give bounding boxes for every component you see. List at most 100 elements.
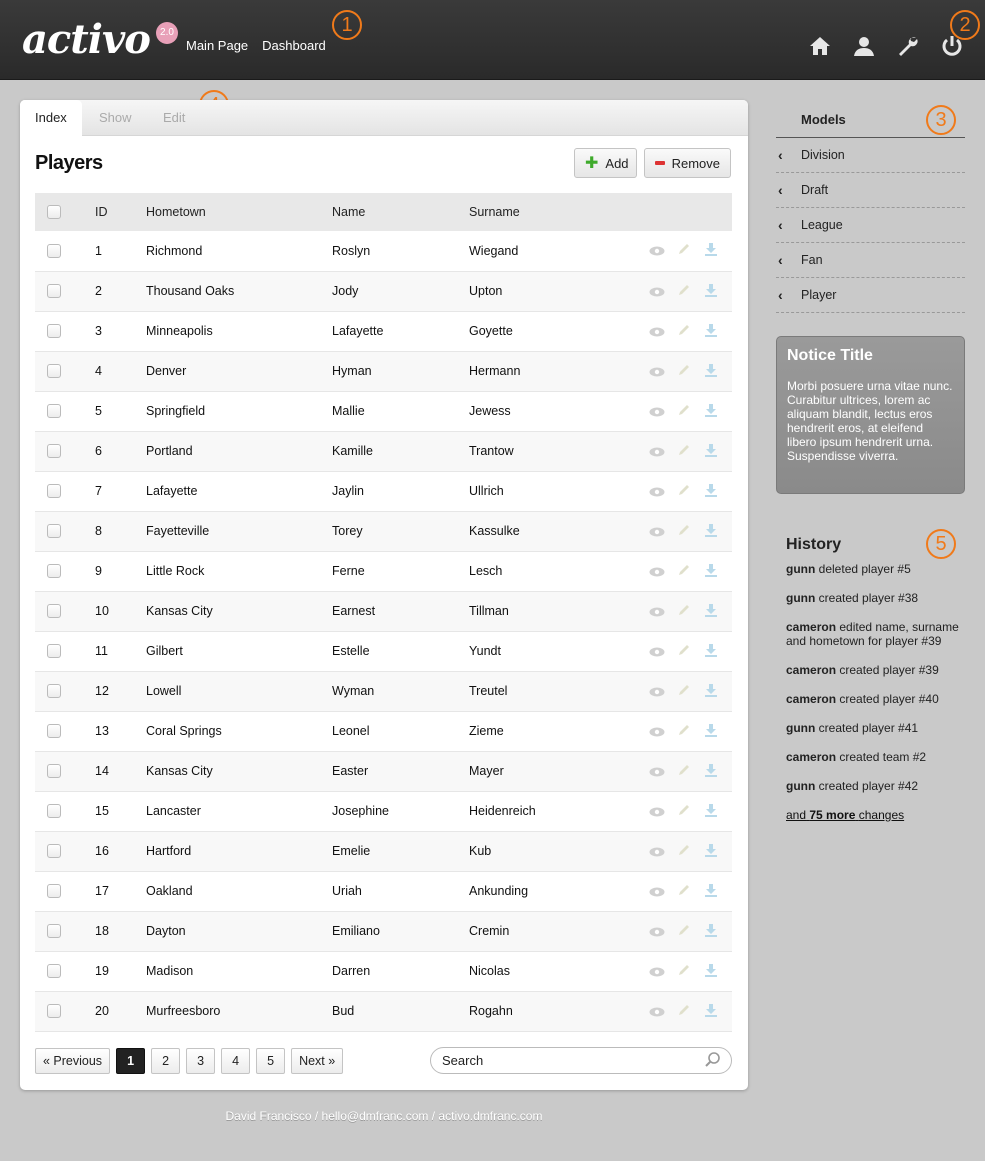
edit-icon[interactable] [675,363,693,380]
add-button[interactable]: ✚ Add [574,148,637,178]
edit-icon[interactable] [675,443,693,460]
view-icon[interactable] [648,484,666,500]
download-icon[interactable] [702,283,720,300]
view-icon[interactable] [648,444,666,460]
history-user[interactable]: cameron [786,750,836,764]
edit-icon[interactable] [675,603,693,620]
edit-icon[interactable] [675,923,693,940]
search-input[interactable]: Search [430,1047,732,1074]
row-checkbox[interactable] [47,764,61,779]
edit-icon[interactable] [675,1003,693,1020]
download-icon[interactable] [702,483,720,500]
download-icon[interactable] [702,923,720,940]
tab-index[interactable]: Index [20,100,82,137]
edit-icon[interactable] [675,803,693,820]
view-icon[interactable] [648,964,666,980]
row-checkbox[interactable] [47,644,61,659]
view-icon[interactable] [648,884,666,900]
view-icon[interactable] [648,364,666,380]
view-icon[interactable] [648,404,666,420]
edit-icon[interactable] [675,883,693,900]
row-checkbox[interactable] [47,724,61,739]
edit-icon[interactable] [675,763,693,780]
view-icon[interactable] [648,324,666,340]
search-icon[interactable] [705,1050,721,1075]
view-icon[interactable] [648,724,666,740]
view-icon[interactable] [648,243,666,259]
download-icon[interactable] [702,803,720,820]
model-item-player[interactable]: ‹ Player [776,278,965,313]
tab-edit[interactable]: Edit [148,100,200,136]
view-icon[interactable] [648,684,666,700]
remove-button[interactable]: Remove [644,148,731,178]
edit-icon[interactable] [675,483,693,500]
more-changes-link[interactable]: and 75 more changes [786,808,961,822]
download-icon[interactable] [702,563,720,580]
download-icon[interactable] [702,843,720,860]
download-icon[interactable] [702,363,720,380]
view-icon[interactable] [648,844,666,860]
row-checkbox[interactable] [47,324,61,339]
view-icon[interactable] [648,524,666,540]
edit-icon[interactable] [675,683,693,700]
history-user[interactable]: cameron [786,692,836,706]
row-checkbox[interactable] [47,1004,61,1019]
view-icon[interactable] [648,604,666,620]
download-icon[interactable] [702,443,720,460]
history-user[interactable]: gunn [786,779,815,793]
col-hometown[interactable]: Hometown [146,193,332,231]
edit-icon[interactable] [675,963,693,980]
page-3[interactable]: 3 [186,1048,216,1074]
row-checkbox[interactable] [47,844,61,859]
edit-icon[interactable] [675,723,693,740]
model-item-division[interactable]: ‹ Division [776,138,965,173]
next-button[interactable]: Next » [291,1048,344,1074]
page-1[interactable]: 1 [116,1048,146,1074]
row-checkbox[interactable] [47,404,61,419]
view-icon[interactable] [648,284,666,300]
model-item-draft[interactable]: ‹ Draft [776,173,965,208]
edit-icon[interactable] [675,563,693,580]
col-surname[interactable]: Surname [469,193,629,231]
model-item-fan[interactable]: ‹ Fan [776,243,965,278]
wrench-icon[interactable] [895,34,921,60]
row-checkbox[interactable] [47,804,61,819]
page-5[interactable]: 5 [256,1048,286,1074]
download-icon[interactable] [702,643,720,660]
view-icon[interactable] [648,644,666,660]
download-icon[interactable] [702,963,720,980]
col-name[interactable]: Name [332,193,469,231]
download-icon[interactable] [702,242,720,259]
download-icon[interactable] [702,523,720,540]
download-icon[interactable] [702,683,720,700]
download-icon[interactable] [702,603,720,620]
view-icon[interactable] [648,1004,666,1020]
row-checkbox[interactable] [47,244,61,259]
download-icon[interactable] [702,323,720,340]
row-checkbox[interactable] [47,924,61,939]
select-all-checkbox[interactable] [47,205,61,220]
row-checkbox[interactable] [47,444,61,459]
edit-icon[interactable] [675,643,693,660]
col-id[interactable]: ID [83,193,146,231]
edit-icon[interactable] [675,403,693,420]
history-user[interactable]: gunn [786,591,815,605]
download-icon[interactable] [702,723,720,740]
edit-icon[interactable] [675,283,693,300]
row-checkbox[interactable] [47,364,61,379]
history-user[interactable]: cameron [786,663,836,677]
edit-icon[interactable] [675,843,693,860]
edit-icon[interactable] [675,523,693,540]
row-checkbox[interactable] [47,484,61,499]
download-icon[interactable] [702,763,720,780]
page-4[interactable]: 4 [221,1048,251,1074]
history-user[interactable]: cameron [786,620,836,634]
user-icon[interactable] [851,34,877,60]
edit-icon[interactable] [675,323,693,340]
row-checkbox[interactable] [47,564,61,579]
download-icon[interactable] [702,1003,720,1020]
row-checkbox[interactable] [47,524,61,539]
row-checkbox[interactable] [47,284,61,299]
history-user[interactable]: gunn [786,721,815,735]
model-item-league[interactable]: ‹ League [776,208,965,243]
